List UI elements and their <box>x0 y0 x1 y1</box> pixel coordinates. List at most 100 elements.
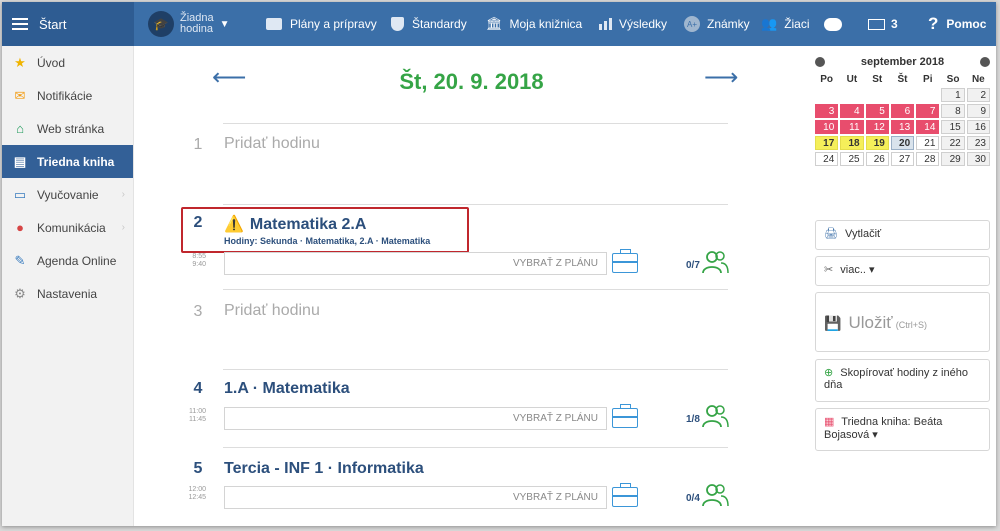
more-button[interactable]: ✂ viac.. ▾ <box>815 256 990 286</box>
sidebar-item-komunikacia[interactable]: ● Komunikácia › <box>2 211 133 244</box>
chat-bubble-icon <box>824 17 842 31</box>
calendar-day[interactable]: 28 <box>916 152 940 166</box>
calendar-day[interactable]: 19 <box>865 136 889 150</box>
library-menu[interactable]: 🏛 Moja knižnica <box>486 2 582 46</box>
sidebar-item-triedna-kniha[interactable]: ▤ Triedna kniha <box>2 145 133 178</box>
calendar-day[interactable]: 18 <box>840 136 864 150</box>
calendar-day[interactable]: 9 <box>966 104 990 118</box>
calendar-day[interactable]: 14 <box>916 120 940 134</box>
calendar-day[interactable]: 23 <box>966 136 990 150</box>
start-menu-button[interactable]: Štart <box>2 2 134 46</box>
students-icon[interactable] <box>701 483 729 507</box>
calendar-day[interactable]: 30 <box>966 152 990 166</box>
grades-label: Známky <box>707 17 750 31</box>
library-label: Moja knižnica <box>509 17 583 31</box>
students-icon[interactable] <box>701 250 729 274</box>
choose-from-plan-field[interactable]: VYBRAŤ Z PLÁNU <box>224 252 607 275</box>
briefcase-icon[interactable] <box>612 404 638 428</box>
calendar-day[interactable]: 11 <box>840 120 864 134</box>
add-lesson-link[interactable]: Pridať hodinu <box>224 135 320 153</box>
calendar-day[interactable]: 15 <box>941 120 965 134</box>
students-icon[interactable] <box>701 404 729 428</box>
book-icon: ▤ <box>13 153 27 169</box>
calendar-day[interactable]: 6 <box>890 104 915 118</box>
calendar-day[interactable]: 27 <box>890 152 915 166</box>
choose-from-plan-field[interactable]: VYBRAŤ Z PLÁNU <box>224 486 607 509</box>
previous-month-icon[interactable] <box>815 57 825 67</box>
main-content: ⟵ Št, 20. 9. 2018 ⟶ 1 Pridať hodinu 2 ⚠️… <box>134 46 809 526</box>
calendar-blank <box>916 88 939 102</box>
classbook-teacher-button[interactable]: ▦ Triedna kniha: Beáta Bojasová ▾ <box>815 408 990 451</box>
grades-menu[interactable]: A+ Známky <box>684 2 750 46</box>
calendar-week: 10 11 12 13 14 15 16 <box>815 120 990 134</box>
calendar-day[interactable]: 1 <box>941 88 965 102</box>
calendar-day[interactable]: 24 <box>815 152 839 166</box>
bar-chart-icon <box>599 18 612 30</box>
calendar-day[interactable]: 16 <box>966 120 990 134</box>
calendar-day[interactable]: 25 <box>840 152 864 166</box>
calendar-day[interactable]: 4 <box>840 104 864 118</box>
calendar-week: 1 2 <box>815 88 990 102</box>
help-button[interactable]: ? Pomoc <box>928 2 986 46</box>
sidebar-item-agenda-online[interactable]: ✎ Agenda Online <box>2 244 133 277</box>
plans-menu[interactable]: Plány a prípravy <box>266 2 377 46</box>
app-window: Štart 🎓 Žiadna hodina ▼ Plány a prípravy … <box>2 2 996 526</box>
calendar-week: 24 25 26 27 28 29 30 <box>815 152 990 166</box>
lesson-title[interactable]: Tercia - INF 1 · Informatika <box>224 460 424 478</box>
results-label: Výsledky <box>619 17 668 31</box>
print-button[interactable]: 🖨 Vytlačiť <box>815 220 990 250</box>
calendar-day[interactable]: 2 <box>966 88 990 102</box>
right-panel: september 2018 Po Ut St Št Pi So Ne 1 2 3 4 5 … <box>809 46 996 526</box>
sidebar-item-vyucovanie[interactable]: ▭ Vyučovanie › <box>2 178 133 211</box>
divider <box>223 123 728 124</box>
lesson-number: 1 <box>193 136 203 153</box>
calendar-day[interactable]: 29 <box>941 152 965 166</box>
lesson-title[interactable]: 1.A · Matematika <box>224 380 350 398</box>
sidebar-item-notifikacie[interactable]: ✉ Notifikácie <box>2 79 133 112</box>
hour-selector[interactable]: 🎓 Žiadna hodina ▼ <box>148 2 230 46</box>
calendar-header: september 2018 <box>815 54 990 70</box>
calendar-day[interactable]: 21 <box>916 136 940 150</box>
chevron-right-icon: › <box>121 189 125 200</box>
envelope-icon: ✉ <box>14 87 26 103</box>
sidebar-item-nastavenia[interactable]: ⚙ Nastavenia <box>2 277 133 310</box>
next-day-arrow-icon[interactable]: ⟶ <box>704 66 738 90</box>
calendar-day[interactable]: 26 <box>865 152 889 166</box>
lesson-number: 4 <box>193 380 203 397</box>
standards-menu[interactable]: Štandardy <box>391 2 467 46</box>
calendar-day[interactable]: 12 <box>865 120 889 134</box>
results-menu[interactable]: Výsledky <box>599 2 667 46</box>
calendar-day[interactable]: 13 <box>890 120 915 134</box>
copy-hours-button[interactable]: ⊕ Skopírovať hodiny z iného dňa <box>815 359 990 402</box>
students-icon: 👥 <box>761 16 778 31</box>
start-label: Štart <box>39 16 67 32</box>
warning-icon: ⚠️ <box>224 216 244 233</box>
briefcase-icon[interactable] <box>612 249 638 273</box>
calendar-day[interactable]: 7 <box>916 104 940 118</box>
calendar-day[interactable]: 10 <box>815 120 839 134</box>
calendar-day[interactable]: 8 <box>941 104 965 118</box>
next-month-icon[interactable] <box>979 57 990 67</box>
students-menu[interactable]: 👥 Žiaci <box>761 2 810 46</box>
calendar-month: september 2018 <box>860 56 945 68</box>
lesson-title[interactable]: ⚠️ Matematika 2.A <box>224 214 366 234</box>
choose-from-plan-field[interactable]: VYBRAŤ Z PLÁNU <box>224 407 607 430</box>
calendar-day[interactable]: 22 <box>941 136 965 150</box>
messages-button[interactable]: 3 <box>868 2 898 46</box>
briefcase-icon[interactable] <box>612 483 638 507</box>
calendar-day[interactable]: 17 <box>815 136 839 150</box>
board-icon: ▭ <box>13 186 27 202</box>
add-lesson-link[interactable]: Pridať hodinu <box>224 302 320 320</box>
calendar-weekdays: Po Ut St Št Pi So Ne <box>820 74 985 85</box>
sidebar-item-uvod[interactable]: ★ Úvod <box>2 46 133 79</box>
calendar-day[interactable]: 3 <box>815 104 839 118</box>
grades-icon: A+ <box>684 16 700 32</box>
divider <box>223 447 728 448</box>
calendar-day[interactable]: 5 <box>865 104 889 118</box>
save-button[interactable]: 💾 Uložiť (Ctrl+S) <box>815 292 990 352</box>
sidebar-item-web-stranka[interactable]: ⌂ Web stránka <box>2 112 133 145</box>
chat-button[interactable] <box>824 2 842 46</box>
calendar-day-selected[interactable]: 20 <box>890 136 915 150</box>
lesson-time: 11:00 11:45 <box>189 408 206 423</box>
chevron-right-icon: › <box>121 222 125 233</box>
